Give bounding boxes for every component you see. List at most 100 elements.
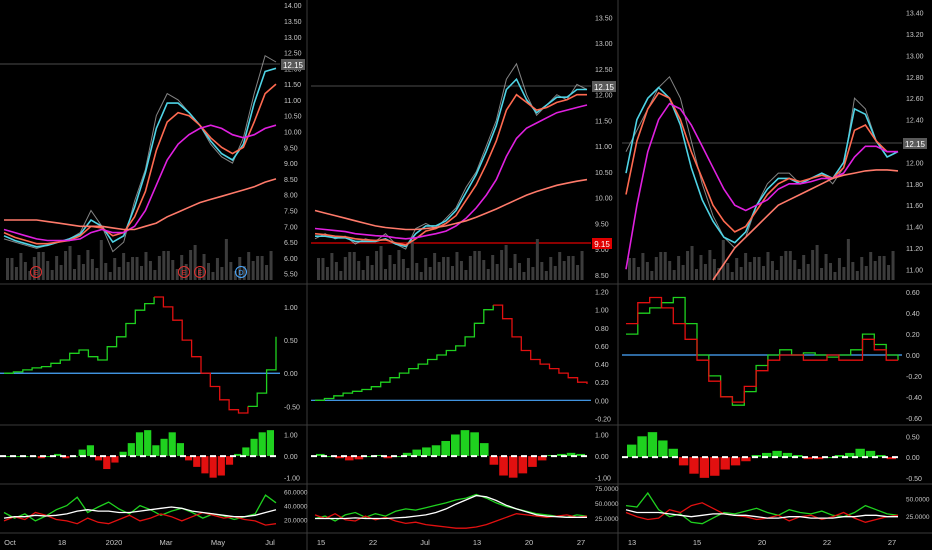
histogram-bar <box>668 448 678 458</box>
volume-bar <box>55 256 59 280</box>
volume-bar <box>855 271 859 280</box>
volume-bar <box>68 246 72 280</box>
y-tick-label: 12.50 <box>284 51 302 58</box>
volume-bar <box>256 256 260 280</box>
volume-bar <box>437 262 441 280</box>
volume-bar <box>14 267 18 280</box>
histogram-bar <box>470 432 479 457</box>
volume-bar <box>518 263 521 280</box>
y-tick-label: 25.0000 <box>595 516 619 523</box>
x-tick-label: 13 <box>628 538 636 547</box>
histogram-bar <box>168 432 176 457</box>
volume-bar <box>802 255 806 280</box>
y-tick-label: 0.40 <box>595 362 609 369</box>
y-tick-label: 0.60 <box>595 344 609 351</box>
volume-bar <box>628 258 631 280</box>
volume-bar <box>690 246 694 280</box>
volume-bar <box>535 239 539 280</box>
volume-bar <box>833 272 837 280</box>
y-tick-label: 0.20 <box>906 332 920 339</box>
y-tick-label: 6.00 <box>284 256 298 263</box>
volume-bar <box>131 257 135 280</box>
histogram-bar <box>127 443 135 457</box>
volume-bar <box>730 272 734 280</box>
y-tick-label: 12.50 <box>595 67 613 74</box>
volume-bar <box>162 251 166 280</box>
volume-bar <box>829 263 832 280</box>
histogram-bar <box>441 440 450 457</box>
volume-bar <box>99 240 103 280</box>
volume-bar <box>265 265 269 280</box>
volume-bar <box>473 251 477 280</box>
y-tick-label: 0.00 <box>595 398 609 405</box>
histogram-bar <box>201 456 209 474</box>
volume-bar <box>500 250 504 280</box>
volume-bar <box>739 267 743 280</box>
y-tick-label: 12.00 <box>595 93 613 100</box>
volume-bar <box>113 258 117 280</box>
y-tick-label: 13.40 <box>906 11 924 18</box>
y-tick-label: 75.0000 <box>595 486 619 493</box>
volume-bar <box>860 257 864 280</box>
volume-bar <box>654 257 658 280</box>
volume-bar <box>379 246 383 280</box>
volume-bar <box>677 256 681 280</box>
volume-bar <box>766 252 770 280</box>
volume-bar <box>806 264 810 280</box>
histogram-bar <box>499 456 508 476</box>
y-tick-label: 11.20 <box>906 246 923 253</box>
volume-bar <box>95 268 99 280</box>
volume-bar <box>580 251 584 280</box>
histogram-bar <box>144 430 152 457</box>
volume-bar <box>482 260 486 280</box>
y-tick-label: 60.0000 <box>284 490 308 497</box>
last-price-text-2: 12.15 <box>594 83 615 92</box>
histogram-bar <box>508 456 518 478</box>
x-tick-label: May <box>211 538 225 547</box>
y-tick-label: 13.00 <box>284 35 302 42</box>
y-tick-label: 11.00 <box>906 267 923 274</box>
volume-bar <box>77 255 81 280</box>
x-tick-label: 15 <box>317 538 325 547</box>
volume-bar <box>842 267 846 280</box>
volume-bar <box>451 266 454 280</box>
last-price-text-3: 12.15 <box>905 140 926 149</box>
y-tick-label: 10.00 <box>595 196 613 203</box>
volume-bar <box>770 261 774 280</box>
y-tick-label: 10.50 <box>595 170 613 177</box>
y-tick-label: 12.00 <box>906 160 924 167</box>
volume-bar <box>207 263 210 280</box>
volume-bar <box>509 268 513 280</box>
volume-bar <box>348 252 352 280</box>
x-tick-label: 27 <box>577 538 585 547</box>
volume-bar <box>553 266 557 280</box>
volume-bar <box>366 256 370 280</box>
volume-bar <box>157 256 161 280</box>
volume-bar <box>526 258 530 280</box>
volume-bar <box>681 265 685 280</box>
volume-bar <box>744 253 748 280</box>
volume-bar <box>321 258 325 280</box>
y-tick-label: 8.50 <box>284 177 298 184</box>
volume-bar <box>663 252 667 280</box>
volume-bar <box>797 269 801 280</box>
volume-bar <box>686 251 690 280</box>
volume-bar <box>428 267 432 280</box>
volume-bar <box>317 258 320 280</box>
x-tick-label: Mar <box>160 538 173 547</box>
histogram-bar <box>193 456 201 467</box>
volume-bar <box>357 261 361 280</box>
y-tick-label: -0.20 <box>906 374 922 381</box>
y-tick-label: 11.00 <box>284 98 301 105</box>
histogram-bar <box>489 456 499 465</box>
y-tick-label: 11.80 <box>906 182 923 189</box>
y-tick-label: -1.00 <box>595 476 611 483</box>
y-tick-label: 9.50 <box>595 221 609 228</box>
x-tick-label: 15 <box>693 538 701 547</box>
histogram-bar <box>720 457 730 470</box>
volume-bar <box>189 250 193 280</box>
y-tick-label: 1.00 <box>595 432 609 439</box>
volume-bar <box>878 256 882 280</box>
y-tick-label: 25.0000 <box>906 514 930 521</box>
volume-bar <box>645 262 649 280</box>
